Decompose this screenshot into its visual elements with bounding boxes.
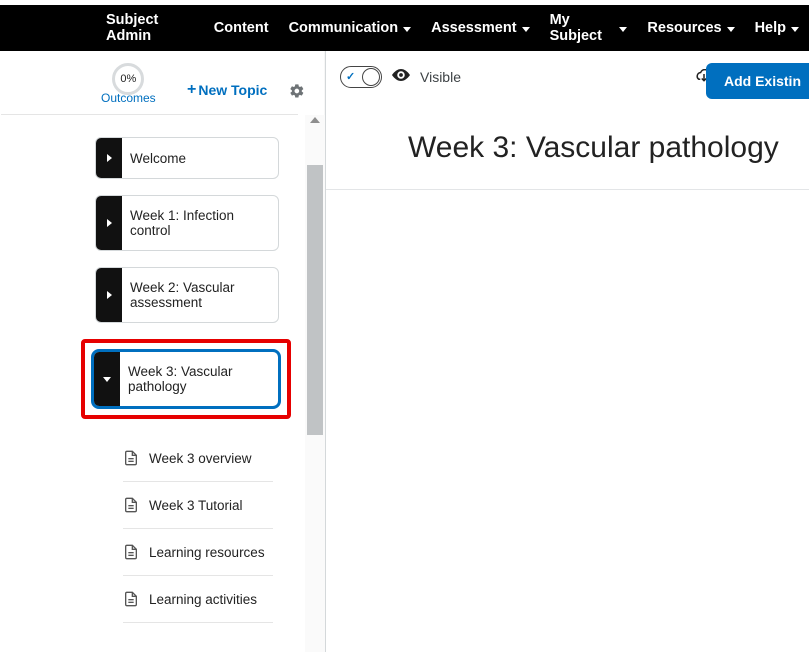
subtopic-list: Week 3 overview Week 3 Tutorial Learning… bbox=[123, 435, 325, 623]
collapse-handle[interactable] bbox=[94, 352, 120, 406]
add-existing-button[interactable]: Add Existin bbox=[706, 63, 809, 99]
caret-down-icon bbox=[103, 377, 111, 382]
selected-topic-highlight: Week 3: Vascular pathology bbox=[81, 339, 291, 419]
subitem-activities[interactable]: Learning activities bbox=[123, 576, 273, 623]
scrollbar[interactable] bbox=[305, 115, 325, 652]
outcomes-button[interactable]: 0% Outcomes bbox=[101, 63, 156, 105]
chevron-down-icon bbox=[727, 27, 735, 32]
gear-icon[interactable] bbox=[289, 83, 305, 99]
nav-subject-admin[interactable]: Subject Admin bbox=[96, 12, 204, 44]
caret-right-icon bbox=[107, 219, 112, 227]
nav-assessment[interactable]: Assessment bbox=[421, 20, 539, 36]
nav-content[interactable]: Content bbox=[204, 20, 279, 36]
top-nav: Subject Admin Content Communication Asse… bbox=[0, 5, 809, 51]
scroll-up-icon bbox=[310, 117, 320, 123]
topic-label: Week 1: Infection control bbox=[122, 196, 278, 250]
topic-week2[interactable]: Week 2: Vascular assessment bbox=[95, 267, 279, 323]
toggle-knob bbox=[362, 68, 380, 86]
chevron-down-icon bbox=[403, 27, 411, 32]
document-icon bbox=[123, 590, 139, 608]
subitem-label: Learning activities bbox=[149, 592, 257, 607]
subitem-tutorial[interactable]: Week 3 Tutorial bbox=[123, 482, 273, 529]
expand-handle[interactable] bbox=[96, 268, 122, 322]
topic-label: Week 3: Vascular pathology bbox=[120, 352, 278, 406]
nav-help[interactable]: Help bbox=[745, 20, 809, 36]
expand-handle[interactable] bbox=[96, 196, 122, 250]
topic-label: Week 2: Vascular assessment bbox=[122, 268, 278, 322]
plus-icon: + bbox=[187, 81, 196, 99]
expand-handle[interactable] bbox=[96, 138, 122, 178]
subitem-label: Week 3 Tutorial bbox=[149, 498, 243, 513]
document-icon bbox=[123, 543, 139, 561]
topic-week1[interactable]: Week 1: Infection control bbox=[95, 195, 279, 251]
subitem-label: Week 3 overview bbox=[149, 451, 252, 466]
subitem-label: Learning resources bbox=[149, 545, 265, 560]
nav-resources[interactable]: Resources bbox=[637, 20, 744, 36]
main-content: ✓ Visible Add Existin Week 3: Vascular p… bbox=[325, 51, 809, 652]
topic-label: Welcome bbox=[122, 138, 278, 178]
chevron-down-icon bbox=[791, 27, 799, 32]
document-icon bbox=[123, 496, 139, 514]
scrollbar-thumb[interactable] bbox=[307, 165, 323, 435]
subitem-resources[interactable]: Learning resources bbox=[123, 529, 273, 576]
document-icon bbox=[123, 449, 139, 467]
page-title: Week 3: Vascular pathology bbox=[326, 103, 809, 190]
topic-week3[interactable]: Week 3: Vascular pathology bbox=[91, 349, 281, 409]
new-topic-button[interactable]: + New Topic bbox=[187, 81, 267, 99]
check-icon: ✓ bbox=[346, 70, 355, 83]
subitem-overview[interactable]: Week 3 overview bbox=[123, 435, 273, 482]
visibility-label: Visible bbox=[420, 69, 461, 85]
chevron-down-icon bbox=[522, 27, 530, 32]
chevron-down-icon bbox=[619, 27, 627, 32]
caret-right-icon bbox=[107, 291, 112, 299]
nav-communication[interactable]: Communication bbox=[279, 20, 422, 36]
topic-welcome[interactable]: Welcome bbox=[95, 137, 279, 179]
eye-icon bbox=[392, 68, 410, 86]
sidebar: 0% Outcomes + New Topic Welcome bbox=[0, 51, 325, 652]
nav-my-subject[interactable]: My Subject bbox=[540, 12, 638, 44]
caret-right-icon bbox=[107, 154, 112, 162]
visibility-toggle[interactable]: ✓ bbox=[340, 66, 382, 88]
